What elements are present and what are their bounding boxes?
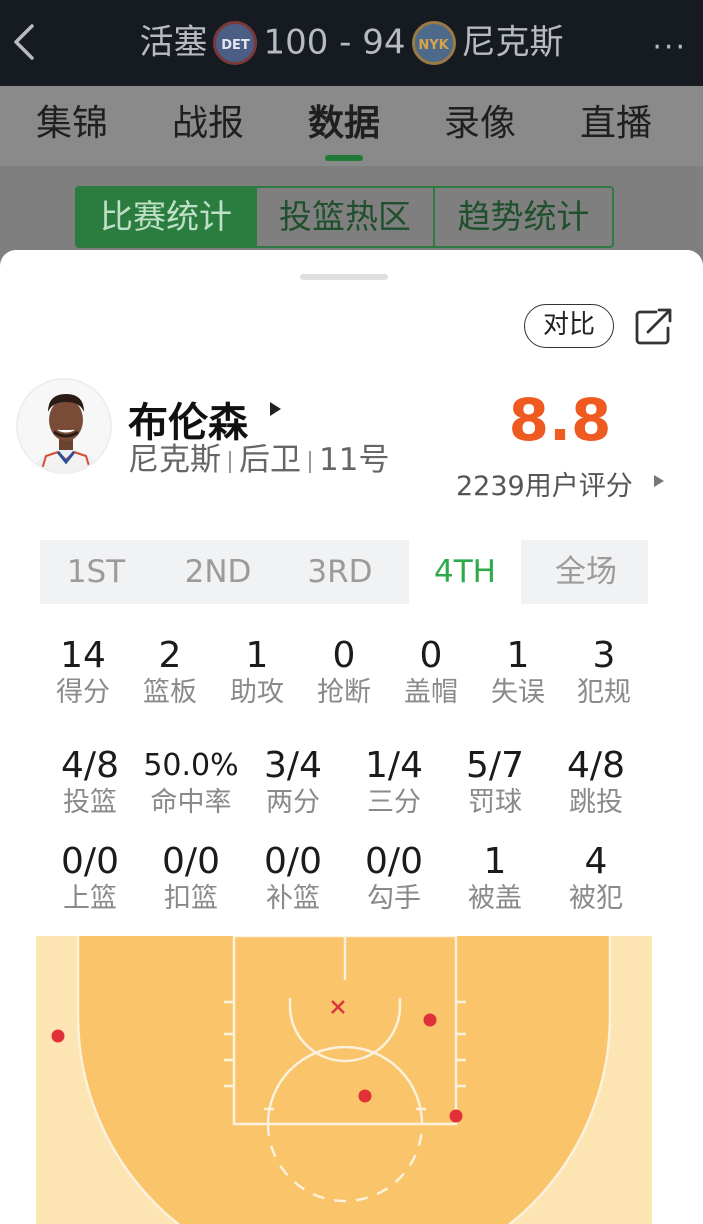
period-4th[interactable]: 4TH	[409, 540, 521, 604]
stat-blocks: 0 盖帽	[404, 635, 458, 709]
stat-jumpers: 4/8 跳投	[567, 745, 625, 819]
period-selector: 1ST 2ND 3RD 4TH 全场	[40, 540, 648, 604]
stat-fg-pct: 50.0% 命中率	[143, 748, 239, 818]
stat-fg: 4/8 投篮	[61, 745, 119, 819]
stat-assists: 1 助攻	[230, 635, 284, 709]
away-team-logo: NYK	[411, 20, 456, 65]
made-shot-marker	[358, 1089, 372, 1103]
active-tab-indicator	[325, 155, 363, 161]
rating-count-link[interactable]: 2239用户评分	[456, 464, 633, 503]
info-divider	[229, 450, 231, 473]
player-team: 尼克斯	[128, 442, 221, 478]
period-3rd[interactable]: 3RD	[284, 540, 396, 604]
segment-game-stats[interactable]: 比赛统计	[75, 186, 257, 248]
player-name-arrow-icon[interactable]	[270, 402, 281, 416]
shot-chart-court	[36, 936, 652, 1224]
stat-turnovers: 1 失误	[491, 635, 545, 709]
stat-hook-shots: 0/0 勾手	[365, 841, 423, 915]
more-options-icon[interactable]: ···	[652, 30, 687, 65]
made-shot-marker	[423, 1013, 437, 1027]
main-tabs: 集锦 战报 数据 录像 直播	[0, 86, 703, 166]
stat-blocked: 1 被盖	[468, 841, 522, 915]
segment-shot-zones[interactable]: 投篮热区	[255, 186, 435, 248]
stat-fouls-drawn: 4 被犯	[569, 841, 623, 915]
rating-arrow-icon[interactable]	[654, 475, 664, 487]
home-team-logo: DET	[213, 20, 258, 65]
share-icon[interactable]	[634, 306, 674, 346]
player-position: 后卫	[239, 442, 301, 478]
top-bar: 活塞 DET 100 - 94 NYK 尼克斯 ···	[0, 0, 703, 86]
made-shot-marker	[51, 1029, 65, 1043]
stat-steals: 0 抢断	[317, 635, 371, 709]
tab-report[interactable]: 战报	[148, 86, 268, 166]
period-full[interactable]: 全场	[530, 540, 642, 604]
tab-replay[interactable]: 录像	[420, 86, 540, 166]
period-1st[interactable]: 1ST	[40, 540, 152, 604]
stat-dunks: 0/0 扣篮	[162, 841, 220, 915]
match-score: 100 - 94	[263, 22, 406, 63]
made-shot-marker	[449, 1109, 463, 1123]
tab-highlights[interactable]: 集锦	[12, 86, 132, 166]
stat-tip-ins: 0/0 补篮	[264, 841, 322, 915]
tab-live[interactable]: 直播	[556, 86, 676, 166]
segment-trend-stats[interactable]: 趋势统计	[433, 186, 614, 248]
home-team-name: 活塞	[139, 22, 208, 63]
stat-points: 14 得分	[56, 635, 110, 709]
stat-free-throws: 5/7 罚球	[466, 745, 524, 819]
player-info: 尼克斯 后卫 11号	[128, 434, 389, 479]
tab-data[interactable]: 数据	[284, 86, 404, 166]
sheet-drag-handle[interactable]	[300, 274, 388, 280]
player-detail-sheet: 对比 布伦森 尼克斯 后卫 11号 8.8 2239用户评分 1ST 2ND 3RD…	[0, 250, 703, 1224]
player-rating: 8.8	[508, 386, 612, 454]
stat-two-pt: 3/4 两分	[264, 745, 322, 819]
stat-three-pt: 1/4 三分	[365, 745, 423, 819]
period-2nd[interactable]: 2ND	[162, 540, 274, 604]
stat-fouls: 3 犯规	[577, 635, 631, 709]
away-team-name: 尼克斯	[461, 22, 564, 63]
stat-layups: 0/0 上篮	[61, 841, 119, 915]
match-title: 活塞 DET 100 - 94 NYK 尼克斯	[0, 18, 703, 66]
info-divider	[309, 450, 311, 473]
player-avatar	[16, 378, 112, 474]
player-number: 11号	[319, 442, 390, 478]
stat-rebounds: 2 篮板	[143, 635, 197, 709]
compare-button[interactable]: 对比	[524, 304, 614, 348]
